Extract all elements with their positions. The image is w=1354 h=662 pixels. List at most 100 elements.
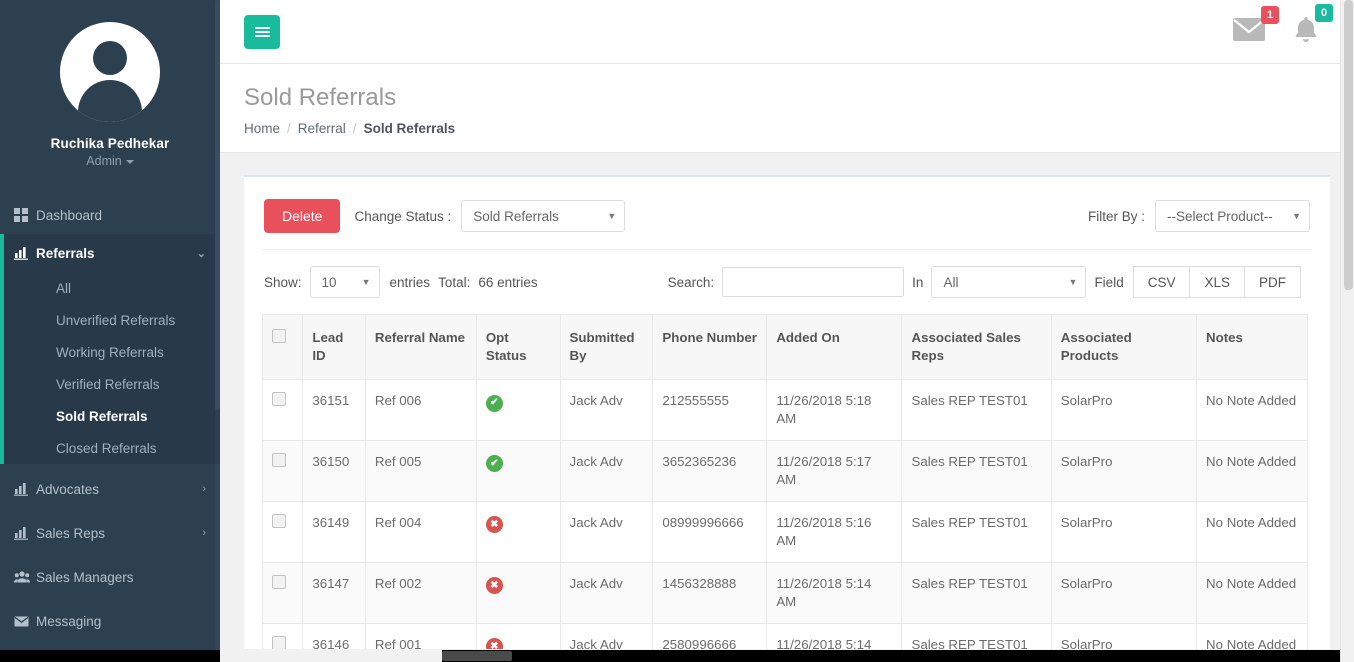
column-header-opt-status[interactable]: Opt Status [475,314,561,381]
export-pdf-button[interactable]: PDF [1244,266,1301,299]
cell-associated-products: SolarPro [1050,561,1198,624]
row-checkbox[interactable] [272,574,286,589]
sidebar-item-sales-managers[interactable]: Sales Managers [0,558,220,596]
column-header-notes[interactable]: Notes [1196,314,1308,381]
topbar: 1 0 [220,0,1354,64]
table-row[interactable]: 36146 Ref 001 ✖ Jack Adv 2580996666 11/26/201… [262,622,1308,650]
show-label: Show: [264,274,302,290]
breadcrumb-separator: / [287,121,291,137]
bar-chart-icon [14,246,36,260]
breadcrumb: Home / Referral / Sold Referrals [244,121,1354,136]
cell-notes: No Note Added [1196,500,1308,563]
sidebar-item-all[interactable]: All [4,272,220,304]
column-header-submitted-by[interactable]: Submitted By [559,314,654,381]
profile-role[interactable]: Admin [0,154,220,168]
search-input[interactable] [722,267,905,298]
messages-button[interactable]: 1 [1232,5,1279,47]
breadcrumb-item-home[interactable]: Home [244,121,280,136]
opt-out-icon: ✖ [485,516,503,534]
sidebar-item-verified-referrals[interactable]: Verified Referrals [4,368,220,400]
row-checkbox[interactable] [272,635,286,650]
sidebar-item-referrals[interactable]: Referrals ⌄ [0,234,220,272]
row-checkbox[interactable] [272,392,286,407]
cell-lead-id: 36150 [302,439,366,502]
change-status-value: Sold Referrals [473,208,559,224]
filter-product-select[interactable]: --Select Product-- ▼ [1155,200,1310,233]
notifications-badge: 0 [1315,3,1333,22]
search-field-value: All [943,274,959,290]
export-xls-button[interactable]: XLS [1189,266,1245,299]
sidebar-item-label: Sales Managers [36,569,134,585]
grid-icon [14,208,36,222]
column-header-phone-number[interactable]: Phone Number [652,314,768,381]
sidebar-item-sold-referrals[interactable]: Sold Referrals [4,400,220,432]
sidebar-profile: Ruchika Pedhekar Admin [0,0,220,176]
row-checkbox[interactable] [272,513,286,528]
bar-chart-icon [14,526,36,540]
sidebar-item-working-referrals[interactable]: Working Referrals [4,336,220,368]
table-row[interactable]: 36150 Ref 005 ✔ Jack Adv 3652365236 11/26/201… [262,439,1308,502]
column-header-lead-id[interactable]: Lead ID [302,314,366,381]
opt-out-icon: ✖ [485,638,503,650]
column-header-associated-products[interactable]: Associated Products [1050,314,1198,381]
referrals-card: Delete Change Status : Sold Referrals ▼ … [244,175,1330,650]
select-all-header [262,314,304,381]
cell-submitted-by: Jack Adv [559,561,654,624]
menu-toggle-button[interactable] [244,14,280,49]
table-row[interactable]: 36151 Ref 006 ✔ Jack Adv 212555555 11/26/2018… [262,379,1308,441]
cell-submitted-by: Jack Adv [559,500,654,563]
row-checkbox-cell [262,561,304,624]
cell-referral-name: Ref 004 [364,500,477,563]
in-label: In [912,274,924,290]
export-button-group: CSV XLS PDF [1132,266,1301,299]
page-header: Sold Referrals Home / Referral / Sold Re… [220,64,1354,154]
sidebar-item-messaging[interactable]: Messaging [0,602,220,640]
vertical-scrollbar-thumb[interactable] [1344,0,1353,290]
vertical-scrollbar[interactable] [1340,0,1354,662]
search-field-select[interactable]: All ▼ [931,266,1087,299]
breadcrumb-separator: / [352,121,357,137]
column-header-added-on[interactable]: Added On [766,314,903,381]
sidebar-item-label: Referrals [36,245,95,261]
search-label: Search: [667,274,715,290]
cell-added-on: 11/26/2018 5:14 AM [766,561,903,624]
show-entries-select[interactable]: 10 ▼ [309,266,380,299]
table-row[interactable]: 36147 Ref 002 ✖ Jack Adv 1456328888 11/26/201… [262,561,1308,624]
entries-label: entries [389,274,431,290]
chevron-right-icon: › [202,527,206,539]
column-header-referral-name[interactable]: Referral Name [364,314,477,381]
notifications-button[interactable]: 0 [1292,3,1333,49]
sidebar-item-sales-reps[interactable]: Sales Reps › [0,514,220,552]
row-checkbox-cell [262,622,304,650]
sidebar-item-closed-referrals[interactable]: Closed Referrals [4,432,220,464]
column-header-associated-sales-reps[interactable]: Associated Sales Reps [901,314,1052,381]
cell-referral-name: Ref 005 [364,439,477,502]
row-checkbox-cell [262,379,304,441]
sidebar-item-dashboard[interactable]: Dashboard [0,196,220,234]
chevron-down-icon: ▼ [361,277,371,288]
sidebar-item-label: Messaging [36,613,102,629]
table-head: Lead ID Referral Name Opt Status Submitt… [262,314,1308,381]
cell-lead-id: 36151 [302,379,366,441]
table-row[interactable]: 36149 Ref 004 ✖ Jack Adv 08999996666 11/26/20… [262,500,1308,563]
filter-product-value: --Select Product-- [1167,208,1273,224]
envelope-icon [14,616,36,627]
export-csv-button[interactable]: CSV [1132,266,1191,299]
hamburger-icon [254,25,270,39]
opt-in-icon: ✔ [485,455,503,473]
select-all-checkbox[interactable] [272,329,286,344]
field-label: Field [1094,274,1124,290]
delete-button[interactable]: Delete [264,199,341,234]
sidebar-item-advocates[interactable]: Advocates › [0,470,220,508]
horizontal-scrollbar-thumb[interactable] [442,651,512,661]
scrollbar-left-gutter [220,650,442,662]
cell-associated-sales-reps: Sales REP TEST01 [901,439,1052,502]
row-checkbox[interactable] [272,452,286,467]
bar-chart-icon [14,482,36,496]
table-scroll-container: Lead ID Referral Name Opt Status Submitt… [262,314,1312,650]
sidebar-item-unverified-referrals[interactable]: Unverified Referrals [4,304,220,336]
change-status-select[interactable]: Sold Referrals ▼ [461,200,626,233]
breadcrumb-item-referral[interactable]: Referral [298,121,346,136]
users-icon [14,570,36,584]
cell-lead-id: 36146 [302,622,366,650]
